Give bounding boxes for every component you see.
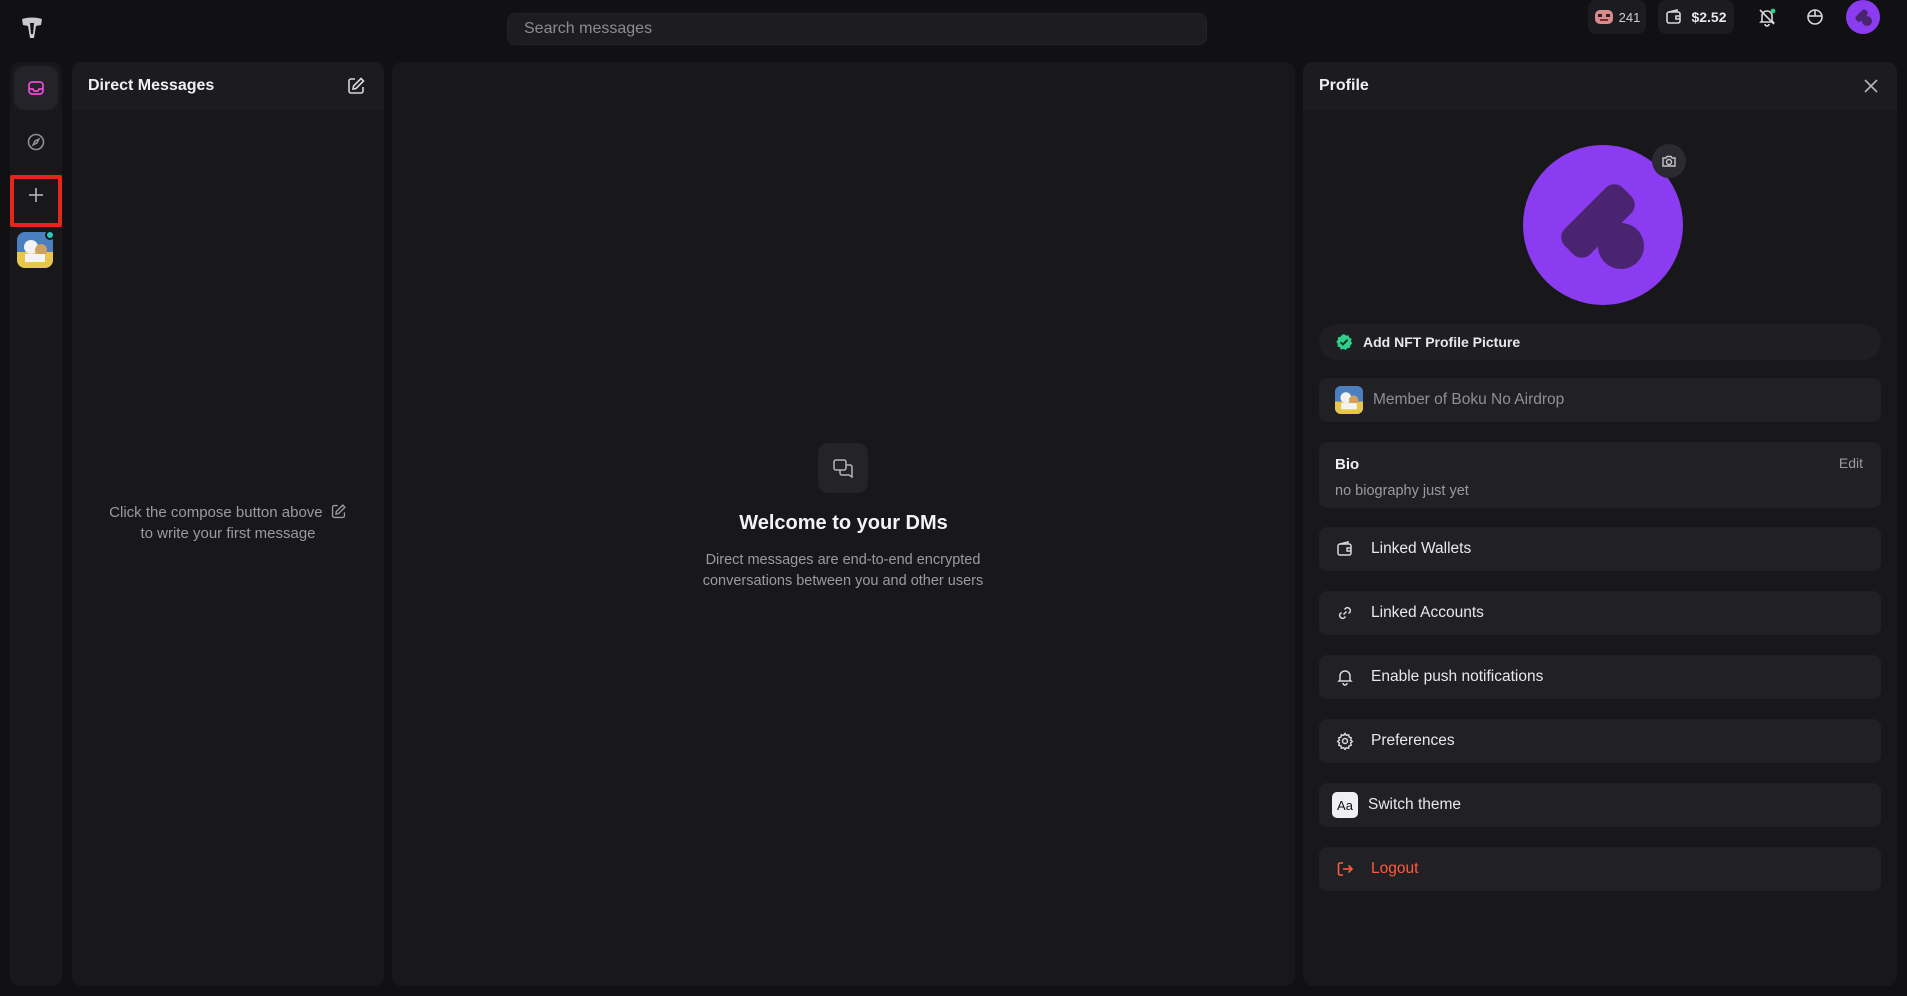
server-rail xyxy=(10,62,62,986)
inbox-icon xyxy=(28,81,44,95)
wallet-balance-button[interactable]: $2.52 xyxy=(1658,0,1734,34)
profile-header: Profile xyxy=(1303,62,1897,110)
logout-button[interactable]: Logout xyxy=(1319,847,1881,891)
profile-title: Profile xyxy=(1319,77,1369,94)
user-avatar[interactable] xyxy=(1846,0,1880,34)
linked-accounts-label: Linked Accounts xyxy=(1371,604,1484,621)
change-photo-button[interactable] xyxy=(1652,144,1686,178)
dm-title: Direct Messages xyxy=(88,77,215,94)
compose-button[interactable] xyxy=(344,74,368,98)
enable-push-button[interactable]: Enable push notifications xyxy=(1319,655,1881,699)
support-button[interactable] xyxy=(1798,0,1832,34)
app-window: Search messages 241 $2.52 Direct Message… xyxy=(0,0,1907,996)
profile-panel: Profile Add NFT Profile Picture Member o… xyxy=(1303,62,1897,986)
lifebuoy-icon xyxy=(1807,9,1823,25)
logout-icon xyxy=(1335,859,1355,879)
bio-section: Bio no biography just yet Edit xyxy=(1319,442,1881,508)
wallet-balance: $2.52 xyxy=(1691,9,1727,25)
member-label: Member of Boku No Airdrop xyxy=(1373,391,1565,408)
top-bar: Search messages 241 $2.52 xyxy=(0,0,1907,58)
bell-icon xyxy=(1335,667,1355,687)
compose-icon xyxy=(348,77,365,94)
wallet-icon xyxy=(1335,539,1355,559)
enable-push-label: Enable push notifications xyxy=(1371,668,1544,685)
compose-icon xyxy=(331,504,346,519)
search-input[interactable]: Search messages xyxy=(507,13,1207,45)
bell-off-icon xyxy=(1759,8,1776,27)
gear-icon xyxy=(1335,731,1355,751)
search-placeholder: Search messages xyxy=(524,20,653,37)
dm-empty-line2: to write your first message xyxy=(140,525,316,542)
wallet-icon xyxy=(1666,8,1682,24)
compass-icon xyxy=(27,133,45,151)
close-icon xyxy=(1864,79,1878,93)
mascot-icon xyxy=(1594,10,1613,24)
welcome-text: Direct messages are end-to-end encrypted… xyxy=(702,552,984,589)
bio-label: Bio xyxy=(1335,456,1360,473)
dm-panel: Direct Messages Click the compose button… xyxy=(72,62,384,986)
community-avatar xyxy=(1335,386,1363,414)
unread-dot xyxy=(45,230,55,240)
app-logo-icon[interactable] xyxy=(18,14,46,42)
chat-bubbles-icon xyxy=(833,459,853,479)
highlight-annotation xyxy=(10,175,62,227)
link-icon xyxy=(1335,603,1355,623)
dm-header: Direct Messages xyxy=(72,62,384,110)
points-badge[interactable]: 241 xyxy=(1588,0,1646,34)
preferences-button[interactable]: Preferences xyxy=(1319,719,1881,763)
logout-label: Logout xyxy=(1371,860,1419,877)
switch-theme-label: Switch theme xyxy=(1368,796,1462,813)
linked-accounts-button[interactable]: Linked Accounts xyxy=(1319,591,1881,635)
welcome-title: Welcome to your DMs xyxy=(739,512,948,534)
server-avatar-overlay xyxy=(17,230,55,268)
inbox-button[interactable] xyxy=(14,66,58,110)
explore-button[interactable] xyxy=(14,120,58,164)
preferences-label: Preferences xyxy=(1371,732,1455,749)
points-count: 241 xyxy=(1618,9,1641,25)
welcome-icon-tile xyxy=(818,443,868,493)
conversation-pane: Welcome to your DMs Direct messages are … xyxy=(392,62,1295,986)
notifications-button[interactable] xyxy=(1750,0,1784,34)
bio-text: no biography just yet xyxy=(1335,483,1469,499)
switch-theme-button[interactable]: Aa Switch theme xyxy=(1319,783,1881,827)
camera-icon xyxy=(1662,155,1676,167)
bio-edit-button[interactable]: Edit xyxy=(1839,455,1863,471)
linked-wallets-label: Linked Wallets xyxy=(1371,540,1472,557)
nft-label: Add NFT Profile Picture xyxy=(1363,334,1521,350)
linked-wallets-button[interactable]: Linked Wallets xyxy=(1319,527,1881,571)
close-button[interactable] xyxy=(1861,76,1881,96)
font-aa-icon: Aa xyxy=(1332,792,1358,818)
dm-empty-line1: Click the compose button above xyxy=(109,504,323,521)
community-membership[interactable]: Member of Boku No Airdrop xyxy=(1319,378,1881,422)
verified-check-icon xyxy=(1336,334,1353,350)
dm-empty-state: Click the compose button above to write … xyxy=(72,502,384,544)
add-nft-profile-picture[interactable]: Add NFT Profile Picture xyxy=(1319,324,1881,360)
